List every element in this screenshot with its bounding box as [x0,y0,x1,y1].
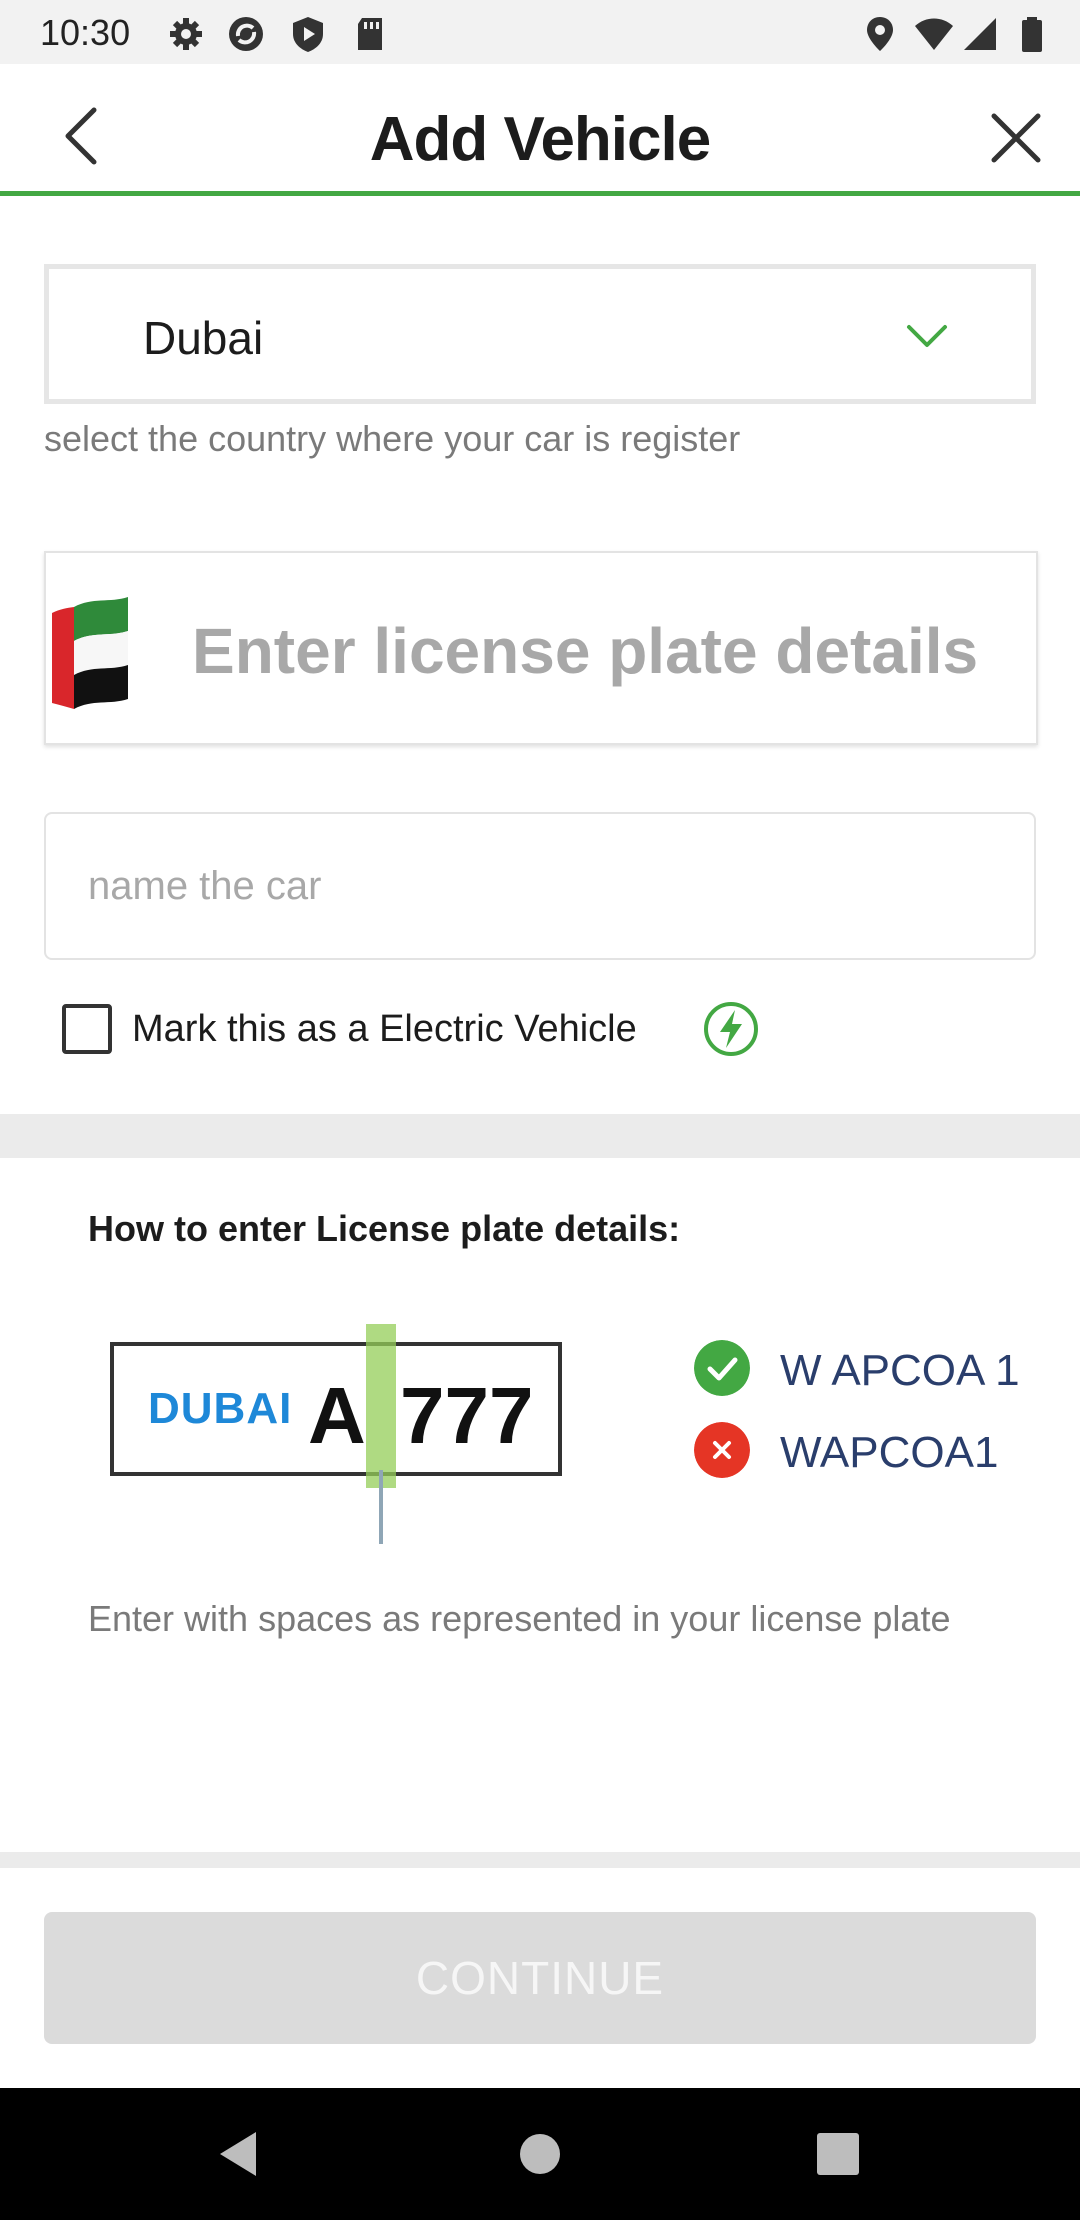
chevron-down-icon [907,325,947,347]
space-marker [366,1324,396,1488]
plate-number: 777 [400,1371,534,1460]
nav-home-icon[interactable] [512,2126,568,2182]
license-plate-field[interactable] [44,551,1038,745]
incorrect-example-text: WAPCOA1 [780,1428,999,1477]
section-divider [0,1114,1080,1158]
status-time: 10:30 [40,12,131,53]
plate-emirate-logo: DUBAI [148,1384,293,1433]
system-nav-bar [0,2088,1080,2220]
uae-flag-icon [52,597,128,709]
electric-vehicle-label[interactable]: Mark this as a Electric Vehicle [132,1008,637,1051]
footer-divider [0,1852,1080,1868]
country-select[interactable]: Dubai [44,264,1036,404]
lightning-icon [704,1002,758,1056]
continue-button[interactable]: CONTINUE [44,1912,1036,2044]
help-note: Enter with spaces as represented in your… [88,1598,951,1639]
example-license-plate: DUBAI A 777 [110,1342,562,1476]
country-help-text: select the country where your car is reg… [44,418,741,459]
country-selected-value: Dubai [143,312,264,364]
nav-back-icon[interactable] [212,2126,268,2182]
gear-icon [170,18,202,50]
check-icon [694,1340,750,1396]
cross-icon [694,1422,750,1478]
nav-recents-icon[interactable] [810,2126,866,2182]
license-plate-input[interactable] [192,611,1012,691]
sd-card-icon [358,18,382,50]
close-button[interactable] [988,110,1044,166]
electric-vehicle-checkbox[interactable] [62,1004,112,1054]
correct-example-text: W APCOA 1 [780,1346,1020,1395]
location-icon [867,17,893,51]
app-header: Add Vehicle [0,64,1080,196]
status-bar: 10:30 [0,0,1080,64]
battery-icon [1022,17,1042,52]
wifi-icon [915,18,953,50]
help-title: How to enter License plate details: [88,1208,681,1249]
space-marker-line [379,1470,383,1544]
close-icon [991,113,1041,163]
shield-play-icon [293,17,323,52]
plate-letter: A [308,1371,366,1460]
car-name-input[interactable] [44,812,1036,960]
page-title: Add Vehicle [369,105,711,174]
sync-icon [229,17,263,51]
signal-icon [964,18,996,50]
